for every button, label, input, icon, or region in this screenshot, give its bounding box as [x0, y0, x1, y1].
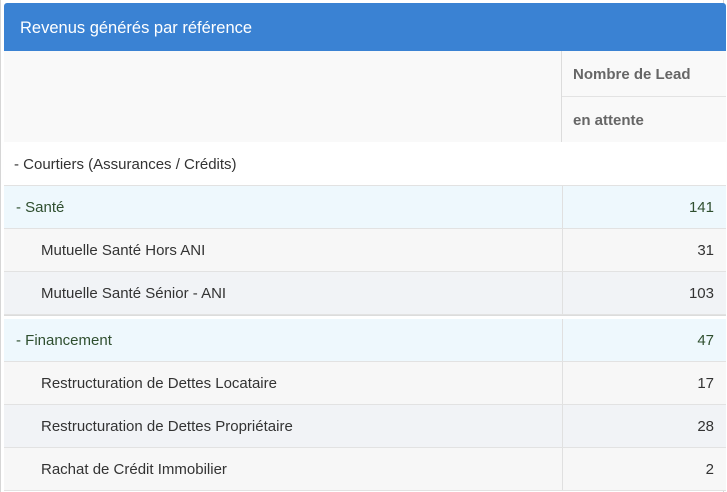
row-value: 28 [697, 418, 714, 435]
row-value: 103 [688, 285, 714, 302]
row-label: Restructuration de Dettes Locataire [41, 375, 277, 392]
row-label: Mutuelle Santé Sénior - ANI [41, 285, 227, 302]
column-header-line2[interactable]: en attente [562, 97, 726, 142]
row-value-cell: 47 [562, 319, 726, 361]
header-blank-cell [4, 51, 561, 142]
row-value-cell: 28 [562, 405, 726, 447]
row-value: 17 [697, 375, 714, 392]
row-value: 47 [697, 332, 714, 349]
column-header-line1[interactable]: Nombre de Lead [562, 51, 726, 97]
panel-header: Revenus générés par référence [4, 3, 726, 51]
row-value-cell: 31 [562, 229, 726, 271]
row-value-cell: 103 [562, 272, 726, 314]
row-label: - Courtiers (Assurances / Crédits) [14, 156, 237, 173]
table-header: Nombre de Lead en attente [4, 51, 726, 143]
row-value-cell: 17 [562, 362, 726, 404]
row-value: 141 [688, 199, 714, 216]
row-value: 2 [705, 461, 714, 478]
table-row[interactable]: Restructuration de Dettes Propriétaire 2… [4, 405, 726, 448]
row-value-cell: 2 [562, 448, 726, 490]
row-label: - Financement [16, 332, 112, 349]
revenue-panel: Revenus générés par référence Nombre de … [0, 0, 726, 492]
table-row-group-sante[interactable]: - Santé 141 [4, 186, 726, 229]
column-header-line1-text: Nombre de Lead [573, 66, 691, 83]
table-row-group-financement[interactable]: - Financement 47 [4, 319, 726, 362]
table-row[interactable]: Rachat de Crédit Immobilier 2 [4, 448, 726, 491]
row-label: Rachat de Crédit Immobilier [41, 461, 227, 478]
table-row[interactable]: Restructuration de Dettes Locataire 17 [4, 362, 726, 405]
table-row-courtiers[interactable]: - Courtiers (Assurances / Crédits) [4, 142, 726, 186]
row-label: Restructuration de Dettes Propriétaire [41, 418, 293, 435]
table-row[interactable]: Mutuelle Santé Sénior - ANI 103 [4, 272, 726, 315]
row-value: 31 [697, 242, 714, 259]
column-header-line2-text: en attente [573, 112, 644, 129]
panel-title: Revenus générés par référence [20, 19, 253, 37]
row-value-cell: 141 [562, 186, 726, 228]
row-label: - Santé [16, 199, 65, 216]
row-label: Mutuelle Santé Hors ANI [41, 242, 206, 259]
table-row[interactable]: Mutuelle Santé Hors ANI 31 [4, 229, 726, 272]
